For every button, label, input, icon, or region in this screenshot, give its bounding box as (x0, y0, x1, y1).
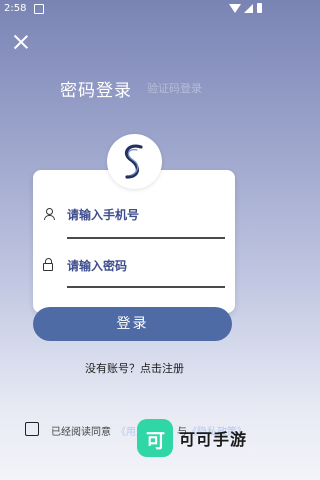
phone-input[interactable]: 请输入手机号 (67, 206, 139, 223)
login-card (33, 170, 235, 313)
wifi-icon (229, 4, 241, 13)
notification-app-icon (34, 4, 44, 14)
tab-sms-login[interactable]: 验证码登录 (147, 80, 202, 96)
battery-icon (257, 3, 262, 13)
agreement-label: 已经阅读同意 (51, 427, 111, 438)
close-icon[interactable] (12, 33, 30, 51)
app-logo (107, 134, 162, 189)
password-input[interactable]: 请输入密码 (67, 257, 127, 274)
password-input-underline (67, 286, 225, 288)
user-icon (44, 208, 55, 220)
agreement-checkbox[interactable] (25, 422, 39, 436)
tab-password-login[interactable]: 密码登录 (60, 76, 132, 101)
watermark-logo-char: 可 (146, 430, 166, 452)
lock-icon (43, 258, 53, 271)
status-bar: 2:58 (0, 0, 267, 18)
signal-icon (244, 4, 253, 13)
register-link[interactable]: 没有账号？点击注册 (85, 360, 184, 376)
watermark-text: 可可手游 (179, 430, 248, 449)
logo-s-icon (125, 144, 143, 179)
login-button[interactable]: 登录 (33, 307, 232, 341)
status-time: 2:58 (4, 3, 27, 14)
phone-input-underline (67, 237, 225, 239)
watermark-logo: 可 (137, 419, 173, 457)
